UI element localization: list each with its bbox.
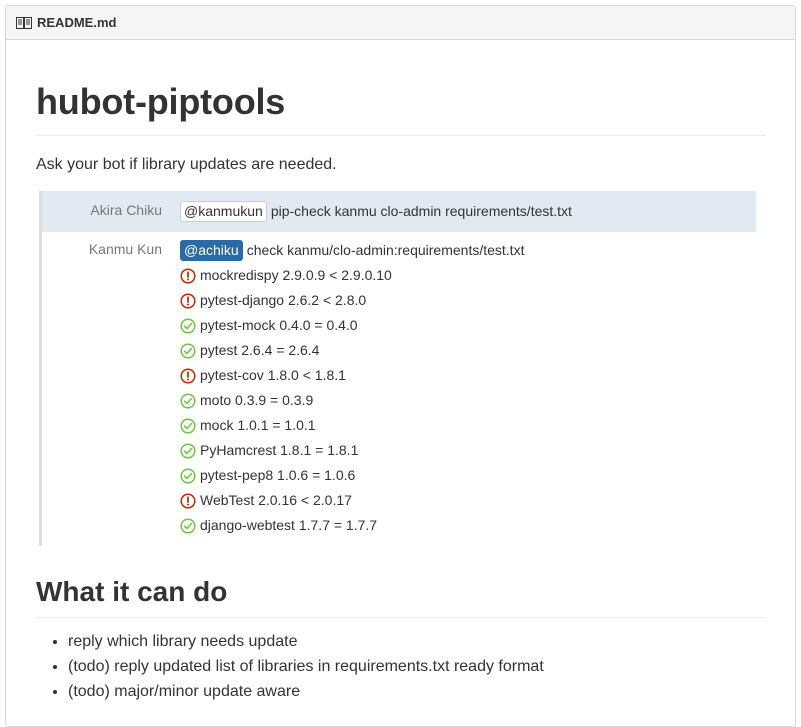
result-text: mock 1.0.1 = 1.0.1 <box>200 417 316 434</box>
result-text: django-webtest 1.7.7 = 1.7.7 <box>200 517 378 534</box>
check-circle-icon <box>180 343 196 359</box>
message-body: @achiku check kanmu/clo-admin:requirement… <box>180 238 524 538</box>
check-circle-icon <box>180 393 196 409</box>
result-text: pytest-cov 1.8.0 < 1.8.1 <box>200 367 346 384</box>
intro-text: Ask your bot if library updates are need… <box>36 156 337 174</box>
result-text: pytest-django 2.6.2 < 2.8.0 <box>200 292 367 309</box>
check-circle-icon <box>180 418 196 434</box>
alert-circle-icon <box>180 368 196 384</box>
section-title: What it can do <box>36 574 766 619</box>
mention-badge[interactable]: @achiku <box>180 240 243 262</box>
mention-badge[interactable]: @kanmukun <box>180 201 267 223</box>
check-circle-icon <box>180 518 196 534</box>
result-line: pytest-cov 1.8.0 < 1.8.1 <box>180 363 524 388</box>
check-circle-icon <box>180 468 196 484</box>
result-line: WebTest 2.0.16 < 2.0.17 <box>180 488 524 513</box>
result-line: pytest-pep8 1.0.6 = 1.0.6 <box>180 463 524 488</box>
result-text: mockredispy 2.9.0.9 < 2.9.0.10 <box>200 267 392 284</box>
result-line: moto 0.3.9 = 0.3.9 <box>180 388 524 413</box>
readme-header: README.md <box>6 6 795 40</box>
result-line: pytest-mock 0.4.0 = 0.4.0 <box>180 313 524 338</box>
result-line: django-webtest 1.7.7 = 1.7.7 <box>180 513 524 538</box>
result-line: mock 1.0.1 = 1.0.1 <box>180 413 524 438</box>
alert-circle-icon <box>180 268 196 284</box>
book-icon <box>16 16 32 29</box>
list-item: (todo) reply updated list of libraries i… <box>68 654 766 679</box>
message-author: Kanmu Kun <box>88 241 162 258</box>
readme-box: README.md hubot-piptools Ask your bot if… <box>5 5 796 727</box>
result-line: pytest-django 2.6.2 < 2.8.0 <box>180 288 524 313</box>
result-text: WebTest 2.0.16 < 2.0.17 <box>200 492 352 509</box>
message-body: @kanmukun pip-check kanmu clo-admin requi… <box>180 199 572 224</box>
result-text: pytest-pep8 1.0.6 = 1.0.6 <box>200 467 356 484</box>
list-item: reply which library needs update <box>68 629 766 654</box>
alert-circle-icon <box>180 293 196 309</box>
feature-list: reply which library needs update (todo) … <box>36 629 766 704</box>
message-author: Akira Chiku <box>90 202 162 219</box>
message-text: pip-check kanmu clo-admin requirements/t… <box>270 203 572 220</box>
message-text: check kanmu/clo-admin:requirements/test.… <box>246 242 525 259</box>
page-title: hubot-piptools <box>36 40 766 137</box>
result-text: pytest 2.6.4 = 2.6.4 <box>200 342 320 359</box>
result-text: moto 0.3.9 = 0.3.9 <box>200 392 314 409</box>
readme-content: hubot-piptools Ask your bot if library u… <box>36 40 766 704</box>
result-text: pytest-mock 0.4.0 = 0.4.0 <box>200 317 358 334</box>
chat-log: Akira Chiku @kanmukun pip-check kanmu clo… <box>39 191 756 547</box>
result-text: PyHamcrest 1.8.1 = 1.8.1 <box>200 442 359 459</box>
result-line: PyHamcrest 1.8.1 = 1.8.1 <box>180 438 524 463</box>
list-item: (todo) major/minor update aware <box>68 679 766 704</box>
result-line: mockredispy 2.9.0.9 < 2.9.0.10 <box>180 263 524 288</box>
chat-message: Kanmu Kun @achiku check kanmu/clo-admin:r… <box>42 232 756 546</box>
chat-message: Akira Chiku @kanmukun pip-check kanmu clo… <box>42 191 756 233</box>
result-line: pytest 2.6.4 = 2.6.4 <box>180 338 524 363</box>
check-circle-icon <box>180 318 196 334</box>
alert-circle-icon <box>180 493 196 509</box>
check-circle-icon <box>180 443 196 459</box>
readme-filename[interactable]: README.md <box>37 15 116 30</box>
result-list: mockredispy 2.9.0.9 < 2.9.0.10 pytest-dja… <box>180 263 524 538</box>
